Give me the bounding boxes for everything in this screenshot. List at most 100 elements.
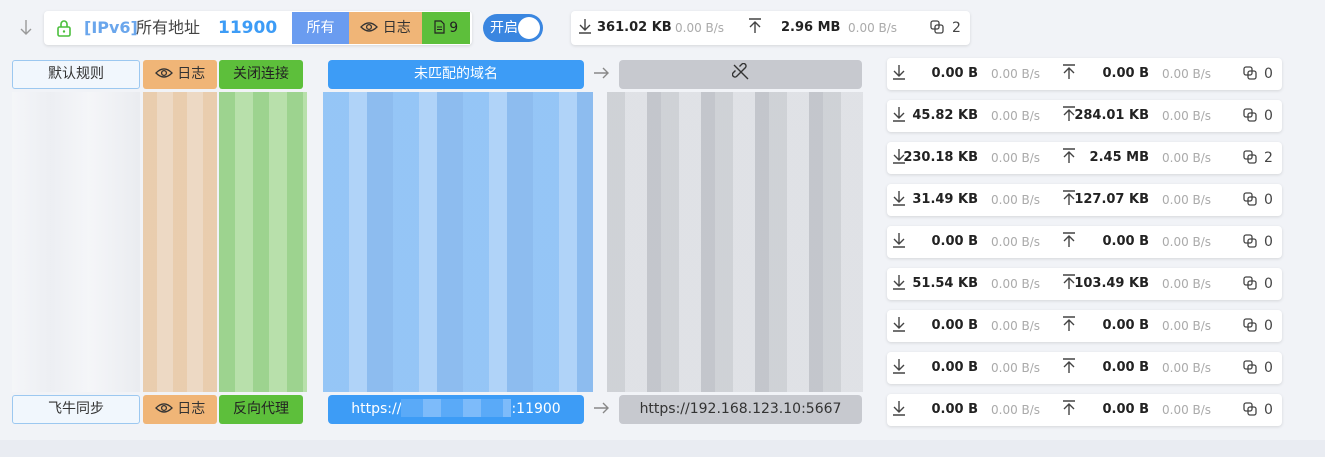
connections-count: 0 [1264, 402, 1273, 418]
download-icon [891, 268, 907, 300]
arrow-right-icon [592, 63, 610, 87]
download-total: 45.82 KB [912, 108, 978, 123]
download-rate: 0.00 B/s [991, 109, 1041, 123]
upload-rate: 0.00 B/s [1162, 109, 1212, 123]
rule-name-default[interactable]: 默认规则 [12, 60, 140, 89]
connections-count: 0 [1264, 108, 1273, 124]
listener-stats: 361.02 KB 0.00 B/s 2.96 MB 0.00 B/s 2 [571, 11, 970, 45]
download-total: 0.00 B [931, 318, 978, 333]
source-prefix: https:// [351, 401, 402, 417]
download-total: 0.00 B [931, 234, 978, 249]
connections-icon [1242, 226, 1258, 258]
rule-stats-row: 230.18 KB 0.00 B/s 2.45 MB 0.00 B/s 2 [887, 142, 1282, 174]
connections-count: 0 [1264, 234, 1273, 250]
download-rate: 0.00 B/s [991, 361, 1041, 375]
upload-total: 2.45 MB [1089, 150, 1149, 165]
download-total: 0.00 B [931, 360, 978, 375]
log-toggle-button[interactable]: 日志 [349, 12, 422, 44]
download-total: 230.18 KB [903, 150, 978, 165]
filter-all-label: 所有 [306, 20, 335, 36]
lock-icon [54, 18, 74, 38]
download-icon [891, 58, 907, 90]
rule-target-url[interactable]: https://192.168.123.10:5667 [619, 395, 862, 424]
connections-count: 0 [1264, 192, 1273, 208]
enable-toggle[interactable]: 开启 [483, 14, 543, 42]
upload-total: 127.07 KB [1074, 192, 1149, 207]
rule-log-button[interactable]: 日志 [143, 395, 217, 424]
download-icon [891, 184, 907, 216]
download-total: 361.02 KB [597, 20, 672, 35]
rule-stats-row: 0.00 B 0.00 B/s 0.00 B 0.00 B/s 0 [887, 58, 1282, 90]
rule-log-button[interactable]: 日志 [143, 60, 217, 89]
collapse-arrow-icon[interactable] [17, 17, 35, 39]
download-total: 0.00 B [931, 402, 978, 417]
blurred-log-tags [143, 92, 217, 392]
connections-count: 2 [1264, 150, 1273, 166]
log-label: 日志 [177, 401, 206, 417]
rule-stats-row: 0.00 B 0.00 B/s 0.00 B 0.00 B/s 0 [887, 226, 1282, 258]
upload-rate: 0.00 B/s [1162, 403, 1212, 417]
upload-icon [1061, 142, 1077, 174]
upload-rate: 0.00 B/s [848, 21, 898, 35]
download-icon [891, 100, 907, 132]
upload-rate: 0.00 B/s [1162, 235, 1212, 249]
rule-action-close[interactable]: 关闭连接 [219, 60, 303, 89]
rule-stats-row: 51.54 KB 0.00 B/s 103.49 KB 0.00 B/s 0 [887, 268, 1282, 300]
rule-source-url[interactable]: https:// :11900 [328, 395, 584, 424]
blurred-sources [323, 92, 593, 392]
connections-count: 0 [1264, 276, 1273, 292]
upload-total: 0.00 B [1102, 402, 1149, 417]
download-icon [891, 394, 907, 426]
connections-icon [1242, 352, 1258, 384]
download-rate: 0.00 B/s [991, 277, 1041, 291]
download-icon [577, 11, 593, 45]
protocol-label: [IPv6] [84, 18, 138, 37]
download-rate: 0.00 B/s [991, 403, 1041, 417]
connections-icon [929, 11, 945, 45]
upload-rate: 0.00 B/s [1162, 277, 1212, 291]
source-label: 未匹配的域名 [414, 66, 498, 82]
connections-icon [1242, 100, 1258, 132]
download-icon [891, 226, 907, 258]
upload-rate: 0.00 B/s [1162, 361, 1212, 375]
page-footer-band [0, 440, 1325, 457]
arrow-right-icon [592, 398, 610, 422]
upload-icon [1061, 58, 1077, 90]
connections-icon [1242, 184, 1258, 216]
target-label: https://192.168.123.10:5667 [639, 401, 842, 417]
download-rate: 0.00 B/s [991, 67, 1041, 81]
port-label: 11900 [218, 18, 278, 38]
download-rate: 0.00 B/s [991, 235, 1041, 249]
rule-action-reverse-proxy[interactable]: 反向代理 [219, 395, 303, 424]
connections-icon [1242, 268, 1258, 300]
download-rate: 0.00 B/s [991, 193, 1041, 207]
connections-icon [1242, 310, 1258, 342]
download-rate: 0.00 B/s [991, 151, 1041, 165]
rule-name-label: 默认规则 [48, 66, 104, 82]
eye-icon [154, 401, 177, 417]
download-icon [891, 310, 907, 342]
upload-rate: 0.00 B/s [1162, 67, 1212, 81]
upload-rate: 0.00 B/s [1162, 193, 1212, 207]
connections-count: 0 [1264, 66, 1273, 82]
source-suffix: :11900 [511, 401, 561, 417]
connections-count: 0 [1264, 360, 1273, 376]
unlink-icon [731, 62, 750, 82]
rule-name-feiniu[interactable]: 飞牛同步 [12, 395, 140, 424]
rule-stats-row: 0.00 B 0.00 B/s 0.00 B 0.00 B/s 0 [887, 394, 1282, 426]
rule-target[interactable] [619, 60, 862, 89]
connections-icon [1242, 394, 1258, 426]
download-total: 51.54 KB [912, 276, 978, 291]
rule-source[interactable]: 未匹配的域名 [328, 60, 584, 89]
rule-count-badge[interactable]: 9 [422, 12, 470, 44]
redacted-domain [401, 399, 512, 417]
connections-count: 0 [1264, 318, 1273, 334]
filter-all-button[interactable]: 所有 [292, 12, 349, 44]
upload-total: 0.00 B [1102, 234, 1149, 249]
eye-icon [360, 20, 382, 36]
upload-icon [1061, 394, 1077, 426]
upload-total: 103.49 KB [1074, 276, 1149, 291]
upload-total: 2.96 MB [781, 20, 841, 35]
upload-total: 284.01 KB [1074, 108, 1149, 123]
upload-total: 0.00 B [1102, 66, 1149, 81]
